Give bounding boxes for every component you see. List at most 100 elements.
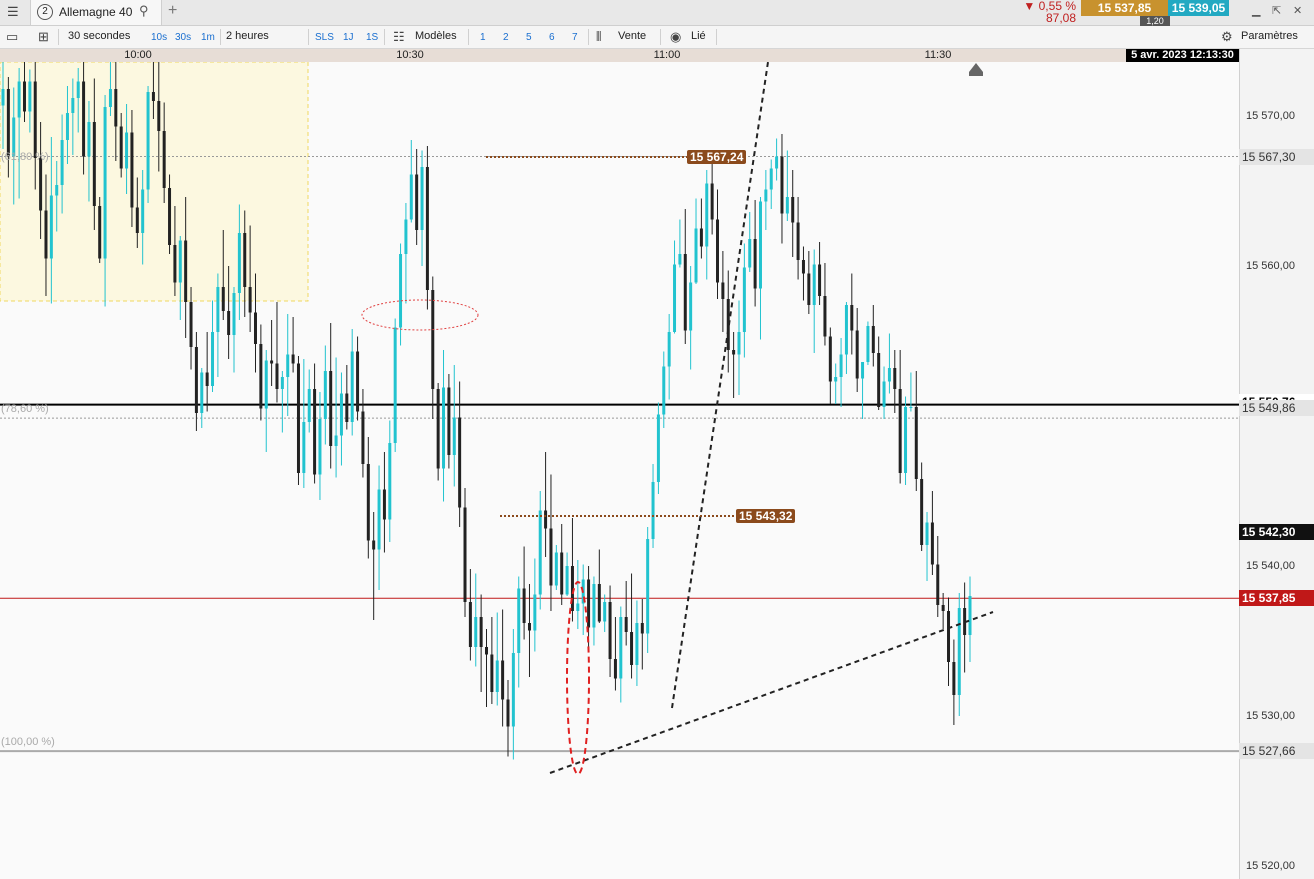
candle [211,300,215,392]
interval-10s[interactable]: 10s [151,32,167,43]
plus-icon[interactable]: + [168,2,177,20]
price-tick: 15 560,00 [1246,260,1295,272]
candle [673,240,677,334]
candle [721,251,725,332]
close-icon[interactable]: ✕ [1293,4,1302,17]
candle [592,576,596,646]
candle-body [22,81,26,112]
fib-label-78-6: (78,60 %) [1,403,49,416]
candle [388,420,392,542]
candle [807,251,811,314]
candle-body [871,326,875,353]
candle-body [592,584,596,628]
candle [194,332,198,431]
sell-price-button[interactable]: 15 537,85 [1081,0,1168,16]
layout-grid-icon[interactable]: ⊞ [38,29,49,45]
candle-body [855,330,859,379]
templates-icon[interactable]: ☷ [393,29,405,45]
detach-icon[interactable]: ⇱ [1272,4,1281,17]
highlight-ellipse-top [361,299,479,331]
candle [732,332,736,398]
candle [452,365,456,487]
candle [613,617,617,691]
candle-body [447,387,451,455]
candle-body [689,282,693,331]
change-absolute: 87,08 [1045,11,1076,25]
candle-body [372,540,376,550]
level-tag-100: 15 527,66 [1239,743,1314,760]
time-tick: 10:00 [124,49,152,61]
candle [694,198,698,284]
preset-1[interactable]: 1 [480,32,486,43]
candle-body [710,183,714,220]
templates-button[interactable]: Modèles [415,30,457,42]
candle [898,350,902,484]
interval-1m[interactable]: 1m [201,32,215,43]
period-select[interactable]: 2 heures [226,30,269,42]
candle-body [909,407,913,408]
candle [769,159,773,209]
candle-body [941,605,945,611]
gear-icon[interactable]: ⚙ [1221,29,1233,45]
interval-select[interactable]: 30 secondes [68,30,130,42]
candle [334,357,338,478]
candle [511,629,515,760]
buy-price-button[interactable]: 15 539,05 [1168,0,1229,16]
candle-body [125,132,129,169]
scroll-marker-icon[interactable] [969,63,983,72]
panel-icon[interactable]: ▭ [6,29,18,45]
candle [812,249,816,353]
candle-body [248,287,252,313]
candle [372,512,376,620]
last-price-tag: 15 542,30 [1239,523,1314,540]
candle-body [157,101,161,131]
candle [737,300,741,395]
candle [377,465,381,590]
candle-body [243,233,247,287]
candle-body [882,381,886,407]
candle [957,593,961,716]
candle [501,609,505,727]
sell-mode-button[interactable]: Vente [618,30,646,42]
range-1s[interactable]: 1S [366,32,378,43]
preset-6[interactable]: 6 [549,32,555,43]
range-1j[interactable]: 1J [343,32,354,43]
preset-7[interactable]: 7 [572,32,578,43]
preset-2[interactable]: 2 [503,32,509,43]
annotation-label-high[interactable]: 15 567,24 [687,150,747,165]
candle-body [388,443,392,520]
candle [178,236,182,320]
candle [259,324,263,421]
candle-body [732,350,736,355]
candle-body [404,219,408,254]
tab-allemagne-40[interactable]: 2 Allemagne 40 ⚲ [30,0,162,25]
candle [925,512,929,581]
candles-icon[interactable]: ⫴ [596,29,601,45]
eye-icon[interactable]: ◉ [670,29,681,45]
preset-5[interactable]: 5 [526,32,532,43]
annotation-label-mid[interactable]: 15 543,32 [736,509,796,524]
candle-body [87,122,91,157]
candle-body [60,140,64,185]
hamburger-icon[interactable]: ☰ [7,4,19,20]
candle-body [877,353,881,407]
candle-body [549,528,553,586]
candle-body [758,201,762,289]
linked-button[interactable]: Lié [691,30,706,42]
minimize-icon[interactable]: ▁ [1252,4,1260,17]
range-sls[interactable]: SLS [315,32,334,43]
candlestick-chart[interactable] [0,62,1239,879]
candle [893,350,897,413]
settings-button[interactable]: Paramètres [1241,30,1298,42]
candle-body [474,617,478,647]
search-icon[interactable]: ⚲ [139,3,149,19]
candle-body [656,414,660,482]
candle [834,363,838,404]
candle [818,242,822,305]
candle-body [339,393,343,436]
candle [533,558,537,652]
candle [468,569,472,661]
interval-30s[interactable]: 30s [175,32,191,43]
candle-body [237,233,241,293]
candle-body [259,344,263,409]
